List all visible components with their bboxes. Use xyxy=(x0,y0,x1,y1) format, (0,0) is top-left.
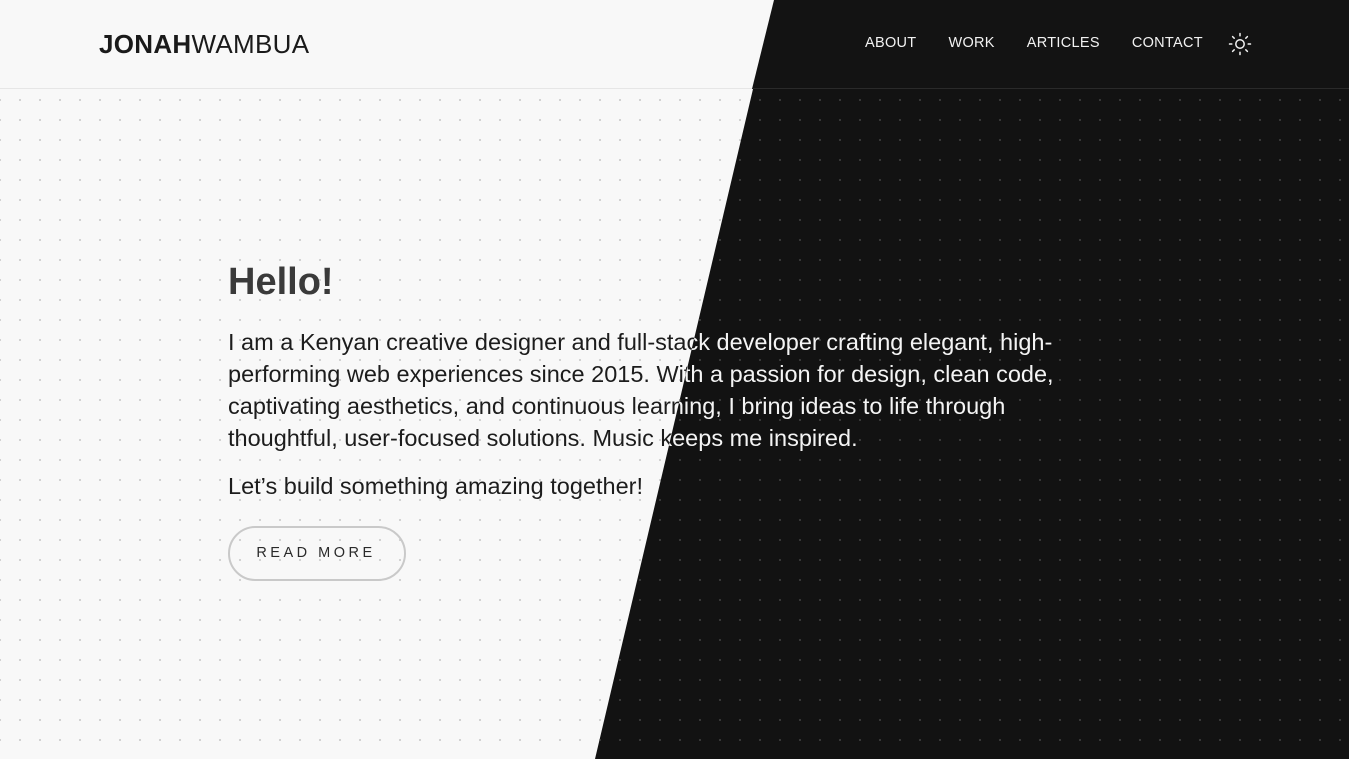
page: JONAHWAMBUA ABOUT WORK ARTICLES CONTACT … xyxy=(0,0,1349,759)
hero-intro: I am a Kenyan creative designer and full… xyxy=(228,328,1054,451)
nav-contact[interactable]: CONTACT xyxy=(1132,35,1203,51)
hero-heading: Hello! xyxy=(228,261,334,303)
logo-last-name: WAMBUA xyxy=(191,29,310,59)
nav-articles[interactable]: ARTICLES xyxy=(1027,35,1100,51)
main-nav: ABOUT WORK ARTICLES CONTACT xyxy=(865,35,1235,51)
nav-work[interactable]: WORK xyxy=(948,35,994,51)
hero-section: Hello! I am a Kenyan creative designer a… xyxy=(228,261,1108,581)
theme-toggle-button[interactable] xyxy=(1228,32,1252,56)
read-more-button[interactable]: READ MORE xyxy=(228,525,406,581)
hero-tagline: Let’s build something amazing together! xyxy=(228,472,643,499)
site-logo[interactable]: JONAHWAMBUA xyxy=(99,29,309,60)
sun-icon xyxy=(1228,32,1252,56)
nav-about[interactable]: ABOUT xyxy=(865,35,916,51)
logo-first-name: JONAH xyxy=(99,29,192,59)
